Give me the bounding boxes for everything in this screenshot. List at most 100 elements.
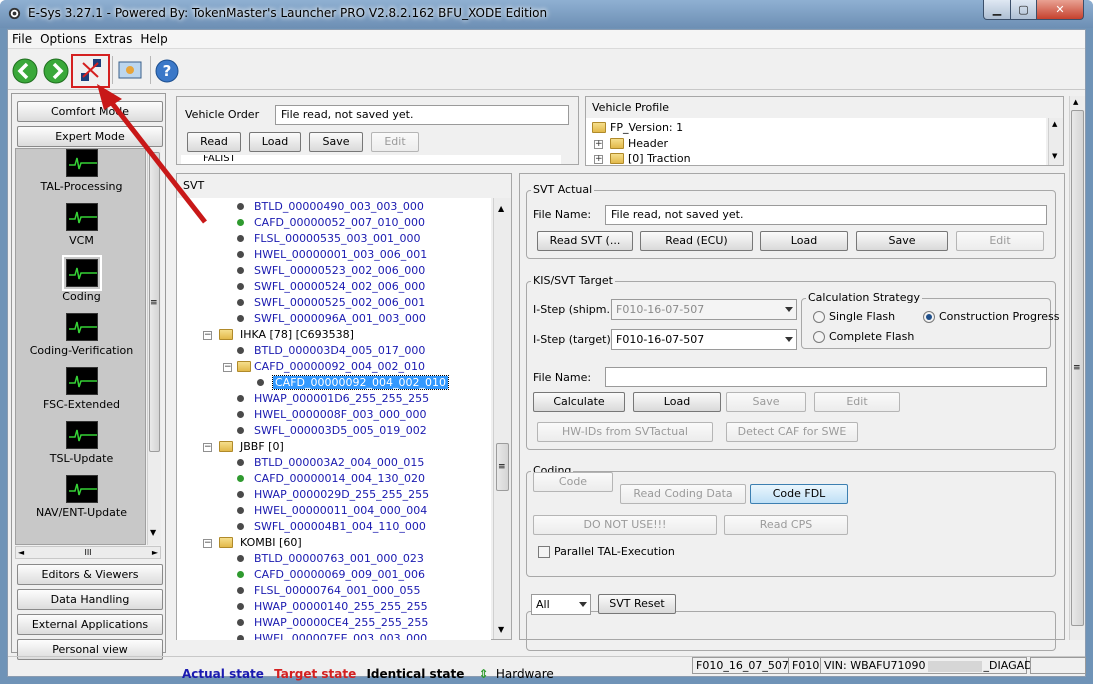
- svt-filter-combo[interactable]: All: [531, 594, 591, 615]
- calculate-button[interactable]: Calculate: [533, 392, 625, 412]
- istep-target-combo[interactable]: F010-16-07-507: [611, 329, 797, 350]
- forward-icon[interactable]: [43, 58, 69, 84]
- svt-tree-row[interactable]: HWAP_0000029D_255_255_255: [237, 487, 429, 503]
- svt-edit-button[interactable]: Edit: [956, 231, 1044, 251]
- code-fdl-button[interactable]: Code FDL: [750, 484, 848, 504]
- svt-tree-row[interactable]: − CAFD_00000092_004_002_010: [223, 359, 425, 375]
- vo-save-button[interactable]: Save: [309, 132, 363, 152]
- collapse-icon[interactable]: −: [203, 443, 212, 452]
- construction-progress-radio[interactable]: [923, 311, 935, 323]
- expand-icon[interactable]: +: [594, 155, 603, 164]
- svt-tree-row[interactable]: SWFL_000004B1_004_110_000: [237, 519, 426, 535]
- nav-tal-processing[interactable]: TAL-Processing: [16, 149, 145, 193]
- scroll-down-icon[interactable]: ▼: [498, 625, 504, 634]
- svt-tree-row[interactable]: BTLD_00000763_001_000_023: [237, 551, 424, 567]
- svt-tree-row[interactable]: CAFD_00000014_004_130_020: [237, 471, 425, 487]
- menu-extras[interactable]: Extras: [90, 30, 136, 46]
- svt-tree-row[interactable]: SWFL_0000096A_001_003_000: [237, 311, 426, 327]
- nav-vcm[interactable]: VCM: [16, 203, 145, 247]
- svt-tree-row[interactable]: CAFD_00000052_007_010_000: [237, 215, 425, 231]
- expand-icon[interactable]: +: [594, 140, 603, 149]
- hw-ids-button[interactable]: HW-IDs from SVTactual: [537, 422, 713, 442]
- svt-tree-row[interactable]: SWFL_00000523_002_006_000: [237, 263, 425, 279]
- fp-version-node[interactable]: FP_Version: 1: [592, 120, 683, 136]
- svt-tree-row[interactable]: HWAP_00000CE4_255_255_255: [237, 615, 428, 631]
- svt-tree-row[interactable]: HWAP_00000140_255_255_255: [237, 599, 428, 615]
- complete-flash-radio[interactable]: [813, 331, 825, 343]
- svt-ecu-node[interactable]: − KOMBI [60]: [203, 535, 302, 551]
- comfort-mode-button[interactable]: Comfort Mode: [17, 101, 163, 122]
- connect-icon[interactable]: [78, 57, 104, 83]
- parallel-tal-checkbox[interactable]: [538, 546, 550, 558]
- vehicle-order-field[interactable]: File read, not saved yet.: [275, 105, 569, 125]
- menu-help[interactable]: Help: [136, 30, 171, 46]
- expert-mode-button[interactable]: Expert Mode: [17, 126, 163, 147]
- kis-edit-button[interactable]: Edit: [814, 392, 900, 412]
- svt-ecu-node[interactable]: − JBBF [0]: [203, 439, 284, 455]
- menu-file[interactable]: File: [8, 30, 36, 46]
- vo-read-button[interactable]: Read: [187, 132, 241, 152]
- svt-reset-button[interactable]: SVT Reset: [598, 594, 676, 614]
- vo-edit-button[interactable]: Edit: [371, 132, 419, 152]
- read-coding-data-button[interactable]: Read Coding Data: [620, 484, 746, 504]
- vo-load-button[interactable]: Load: [249, 132, 301, 152]
- svt-tree-row[interactable]: FLSL_00000535_003_001_000: [237, 231, 421, 247]
- kis-file-field[interactable]: [605, 367, 1047, 387]
- data-handling-button[interactable]: Data Handling: [17, 589, 163, 610]
- scroll-up-icon[interactable]: ▲: [498, 204, 504, 213]
- kis-load-button[interactable]: Load: [633, 392, 721, 412]
- do-not-use-button[interactable]: DO NOT USE!!!: [533, 515, 717, 535]
- nav-coding-verification[interactable]: Coding-Verification: [16, 313, 145, 357]
- back-icon[interactable]: [12, 58, 38, 84]
- help-icon[interactable]: ?: [154, 58, 180, 84]
- svt-tree-row[interactable]: SWFL_000003D5_005_019_002: [237, 423, 427, 439]
- svt-tree-row[interactable]: HWEL_000007EE_003_003_000: [237, 631, 427, 640]
- collapse-icon[interactable]: −: [203, 539, 212, 548]
- maximize-button[interactable]: ▢: [1010, 0, 1037, 20]
- vehicle-info-icon[interactable]: [117, 58, 143, 84]
- nav-tsl-update[interactable]: TSL-Update: [16, 421, 145, 465]
- traction-node[interactable]: + [0] Traction: [594, 151, 691, 165]
- scroll-down-icon[interactable]: ▼: [150, 528, 156, 537]
- kis-save-button[interactable]: Save: [726, 392, 806, 412]
- single-flash-radio[interactable]: [813, 311, 825, 323]
- svt-tree-row[interactable]: HWAP_000001D6_255_255_255: [237, 391, 429, 407]
- collapse-icon[interactable]: −: [223, 363, 232, 372]
- nav-hscroll[interactable]: ◄ III ►: [15, 546, 161, 559]
- svt-ecu-node[interactable]: − IHKA [78] [C693538]: [203, 327, 354, 343]
- collapse-icon[interactable]: −: [203, 331, 212, 340]
- main-scrollbar[interactable]: ▲ ≡: [1069, 96, 1085, 640]
- scroll-right-icon[interactable]: ►: [152, 547, 158, 558]
- read-svt-button[interactable]: Read SVT (...: [537, 231, 633, 251]
- menu-options[interactable]: Options: [36, 30, 90, 46]
- header-node[interactable]: + Header: [594, 136, 668, 152]
- detect-caf-button[interactable]: Detect CAF for SWE: [726, 422, 858, 442]
- read-ecu-button[interactable]: Read (ECU): [640, 231, 753, 251]
- svt-tree-row[interactable]: SWFL_00000525_002_006_001: [237, 295, 425, 311]
- svt-tree-row[interactable]: HWEL_0000008F_003_000_000: [237, 407, 427, 423]
- nav-scrollbar[interactable]: ≡ ▼: [147, 148, 161, 545]
- svt-tree-row[interactable]: CAFD_00000092_004_002_010: [257, 375, 449, 391]
- profile-scrollbar[interactable]: ▲ ▼: [1048, 118, 1063, 165]
- editors-viewers-button[interactable]: Editors & Viewers: [17, 564, 163, 585]
- svt-tree-row[interactable]: BTLD_000003A2_004_000_015: [237, 455, 424, 471]
- code-button[interactable]: Code: [533, 472, 613, 492]
- svt-tree-row[interactable]: FLSL_00000764_001_000_055: [237, 583, 421, 599]
- external-applications-button[interactable]: External Applications: [17, 614, 163, 635]
- svt-scrollbar[interactable]: ▲ ≡ ▼: [493, 198, 511, 639]
- scroll-up-icon[interactable]: ▲: [1073, 98, 1078, 106]
- nav-nav-ent-update[interactable]: NAV/ENT-Update: [16, 475, 145, 519]
- svt-tree-row[interactable]: BTLD_000003D4_005_017_000: [237, 343, 425, 359]
- nav-coding[interactable]: Coding: [16, 255, 145, 303]
- scroll-up-icon[interactable]: ▲: [1052, 120, 1057, 128]
- scroll-left-icon[interactable]: ◄: [18, 547, 24, 558]
- svt-load-button[interactable]: Load: [760, 231, 848, 251]
- svt-tree-row[interactable]: CAFD_00000069_009_001_006: [237, 567, 425, 583]
- read-cps-button[interactable]: Read CPS: [724, 515, 848, 535]
- close-button[interactable]: ✕: [1036, 0, 1084, 20]
- svt-actual-file-field[interactable]: File read, not saved yet.: [605, 205, 1047, 225]
- svt-tree-row[interactable]: BTLD_00000490_003_003_000: [237, 199, 424, 215]
- svt-tree-row[interactable]: HWEL_00000011_004_000_004: [237, 503, 427, 519]
- minimize-button[interactable]: ▁: [983, 0, 1011, 20]
- svt-save-button[interactable]: Save: [856, 231, 948, 251]
